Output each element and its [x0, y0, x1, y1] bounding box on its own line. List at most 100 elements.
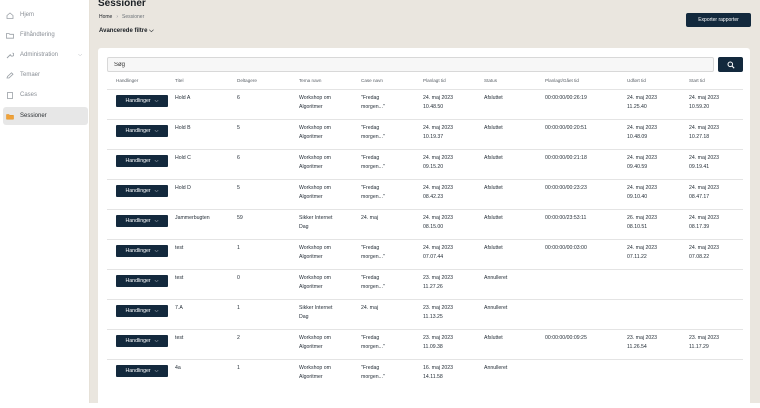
cell-title: test	[175, 335, 184, 341]
cell-planned-line: 24. maj 2023	[423, 125, 453, 131]
cell-theme: Workshop om Algoritmer	[299, 94, 331, 111]
cell-start: 24. maj 2023 08.17.39	[689, 214, 719, 231]
cell-start-line: 23. maj 2023	[689, 335, 719, 341]
sidebar-item-administration[interactable]: Administration ⌵	[3, 46, 88, 64]
header-col-actions[interactable]: Handlinger	[116, 78, 138, 83]
table-row: Handlinger ⌵ 4a 1 Annulleret Workshop om Algor…	[107, 359, 743, 389]
actions-button[interactable]: Handlinger ⌵	[116, 95, 168, 107]
sidebar-item-label: Temaer	[20, 72, 41, 78]
cell-theme: Workshop om Algoritmer	[299, 334, 331, 351]
header-col-case[interactable]: Case navn	[361, 78, 383, 83]
cell-planned-line: 11.13.25	[423, 313, 443, 320]
actions-button[interactable]: Handlinger ⌵	[116, 215, 168, 227]
cell-theme: Workshop om Algoritmer	[299, 154, 331, 171]
header-col-elapsed[interactable]: Planlagt/Gået tid	[545, 78, 579, 83]
sidebar-item-cases[interactable]: Cases	[3, 86, 88, 104]
cell-planned: 24. maj 2023 08.42.23	[423, 184, 453, 201]
cell-case-line: morgen..."	[361, 253, 385, 260]
cell-status: Afsluttet	[484, 215, 503, 221]
cell-case: "Fredag morgen..."	[361, 94, 385, 111]
cell-planned: 16. maj 2023 14.11.58	[423, 364, 453, 381]
advanced-filters-label: Avancerede filtre	[99, 28, 148, 34]
sidebar-item-filhandtering[interactable]: Filhåndtering	[3, 26, 88, 44]
cell-elapsed: 00:00:00/23:53:11	[545, 215, 587, 221]
table-row: Handlinger ⌵ Jammerbugten 59 Afsluttet 00:00:…	[107, 209, 743, 239]
table-footer-info	[113, 396, 749, 406]
actions-button-label: Handlinger	[125, 338, 151, 344]
cell-participants: 1	[237, 245, 240, 251]
sidebar-item-sessioner[interactable]: Sessioner	[3, 107, 88, 125]
actions-button[interactable]: Handlinger ⌵	[116, 335, 168, 347]
advanced-filters-toggle[interactable]: Avancerede filtre ⌵	[99, 28, 154, 35]
header-col-planned[interactable]: Planlagt tid	[423, 78, 446, 83]
cell-title: Hold D	[175, 185, 191, 191]
cell-start-line: 24. maj 2023	[689, 125, 719, 131]
cell-case-line: "Fredag	[361, 275, 380, 281]
cell-done-line: 24. maj 2023	[627, 125, 657, 131]
search-icon	[727, 57, 735, 72]
actions-button[interactable]: Handlinger ⌵	[116, 275, 168, 287]
breadcrumb-separator-icon: ›	[116, 14, 119, 20]
cell-theme-line: Sikker Internet	[299, 215, 333, 221]
cell-case: "Fredag morgen..."	[361, 364, 385, 381]
header-col-theme[interactable]: Tema navn	[299, 78, 321, 83]
cell-start: 24. maj 2023 10.59.20	[689, 94, 719, 111]
cell-theme-line: Algoritmer	[299, 163, 323, 170]
cell-done-line: 26. maj 2023	[627, 215, 657, 221]
sidebar-item-temaer[interactable]: Temaer	[3, 66, 88, 84]
actions-button-label: Handlinger	[125, 128, 151, 134]
cell-start-line: 09.19.41	[689, 163, 710, 170]
cell-theme-line: Workshop om	[299, 95, 331, 101]
cell-case: "Fredag morgen..."	[361, 334, 385, 351]
cell-theme-line: Sikker Internet	[299, 305, 333, 311]
actions-button-label: Handlinger	[125, 188, 151, 194]
cell-case: "Fredag morgen..."	[361, 184, 385, 201]
cell-case-line: "Fredag	[361, 155, 380, 161]
actions-button[interactable]: Handlinger ⌵	[116, 245, 168, 257]
search-input[interactable]	[107, 57, 714, 72]
sidebar-item-label: Filhåndtering	[20, 32, 55, 38]
cell-title: 7.A	[175, 305, 183, 311]
chevron-down-icon[interactable]: ⌵	[78, 52, 82, 58]
cell-participants: 6	[237, 155, 240, 161]
table-row: Handlinger ⌵ Hold B 5 Afsluttet 00:00:00/00:2…	[107, 119, 743, 149]
cell-planned-line: 23. maj 2023	[423, 305, 453, 311]
cell-case-line: morgen..."	[361, 193, 385, 200]
actions-button[interactable]: Handlinger ⌵	[116, 185, 168, 197]
header-col-title[interactable]: Titel	[175, 78, 184, 83]
actions-button[interactable]: Handlinger ⌵	[116, 125, 168, 137]
cell-elapsed: 00:00:00/00:21:18	[545, 155, 587, 161]
cell-status: Afsluttet	[484, 335, 503, 341]
actions-button-label: Handlinger	[125, 158, 151, 164]
search-button[interactable]	[718, 57, 743, 72]
export-reports-button[interactable]: Exporter rapporter	[686, 13, 751, 27]
folder-icon	[6, 32, 14, 39]
cell-planned: 23. maj 2023 11.13.25	[423, 304, 453, 321]
table-row: Handlinger ⌵ Hold A 6 Afsluttet 00:00:00/00:2…	[107, 89, 743, 119]
table-row: Handlinger ⌵ test 2 Afsluttet 00:00:00/00:09:…	[107, 329, 743, 359]
cell-theme-line: Workshop om	[299, 245, 331, 251]
cell-theme-line: Workshop om	[299, 365, 331, 371]
cell-done-line: 24. maj 2023	[627, 185, 657, 191]
cell-case: "Fredag morgen..."	[361, 274, 385, 291]
header-col-participants[interactable]: Deltagere	[237, 78, 257, 83]
sidebar-item-label: Cases	[20, 92, 38, 98]
cell-planned-line: 24. maj 2023	[423, 245, 453, 251]
chevron-down-icon: ⌵	[154, 308, 159, 314]
actions-button[interactable]: Handlinger ⌵	[116, 155, 168, 167]
chevron-down-icon: ⌵	[154, 278, 159, 284]
actions-button[interactable]: Handlinger ⌵	[116, 305, 168, 317]
cell-participants: 0	[237, 275, 240, 281]
actions-button[interactable]: Handlinger ⌵	[116, 365, 168, 377]
header-col-start[interactable]: Start tid	[689, 78, 705, 83]
page-header: Sessioner Home › Sessioner Avancerede filt…	[90, 0, 760, 42]
header-col-done[interactable]: Udført tid	[627, 78, 646, 83]
header-col-status[interactable]: Status	[484, 78, 497, 83]
cell-start-line: 08.17.39	[689, 223, 710, 230]
chevron-down-icon: ⌵	[154, 218, 159, 224]
cell-planned: 24. maj 2023 08.15.00	[423, 214, 453, 231]
chevron-down-icon: ⌵	[154, 248, 159, 254]
sidebar-item-hjem[interactable]: Hjem	[3, 6, 88, 24]
breadcrumb-home[interactable]: Home	[99, 14, 112, 20]
cell-theme-line: Algoritmer	[299, 343, 323, 350]
